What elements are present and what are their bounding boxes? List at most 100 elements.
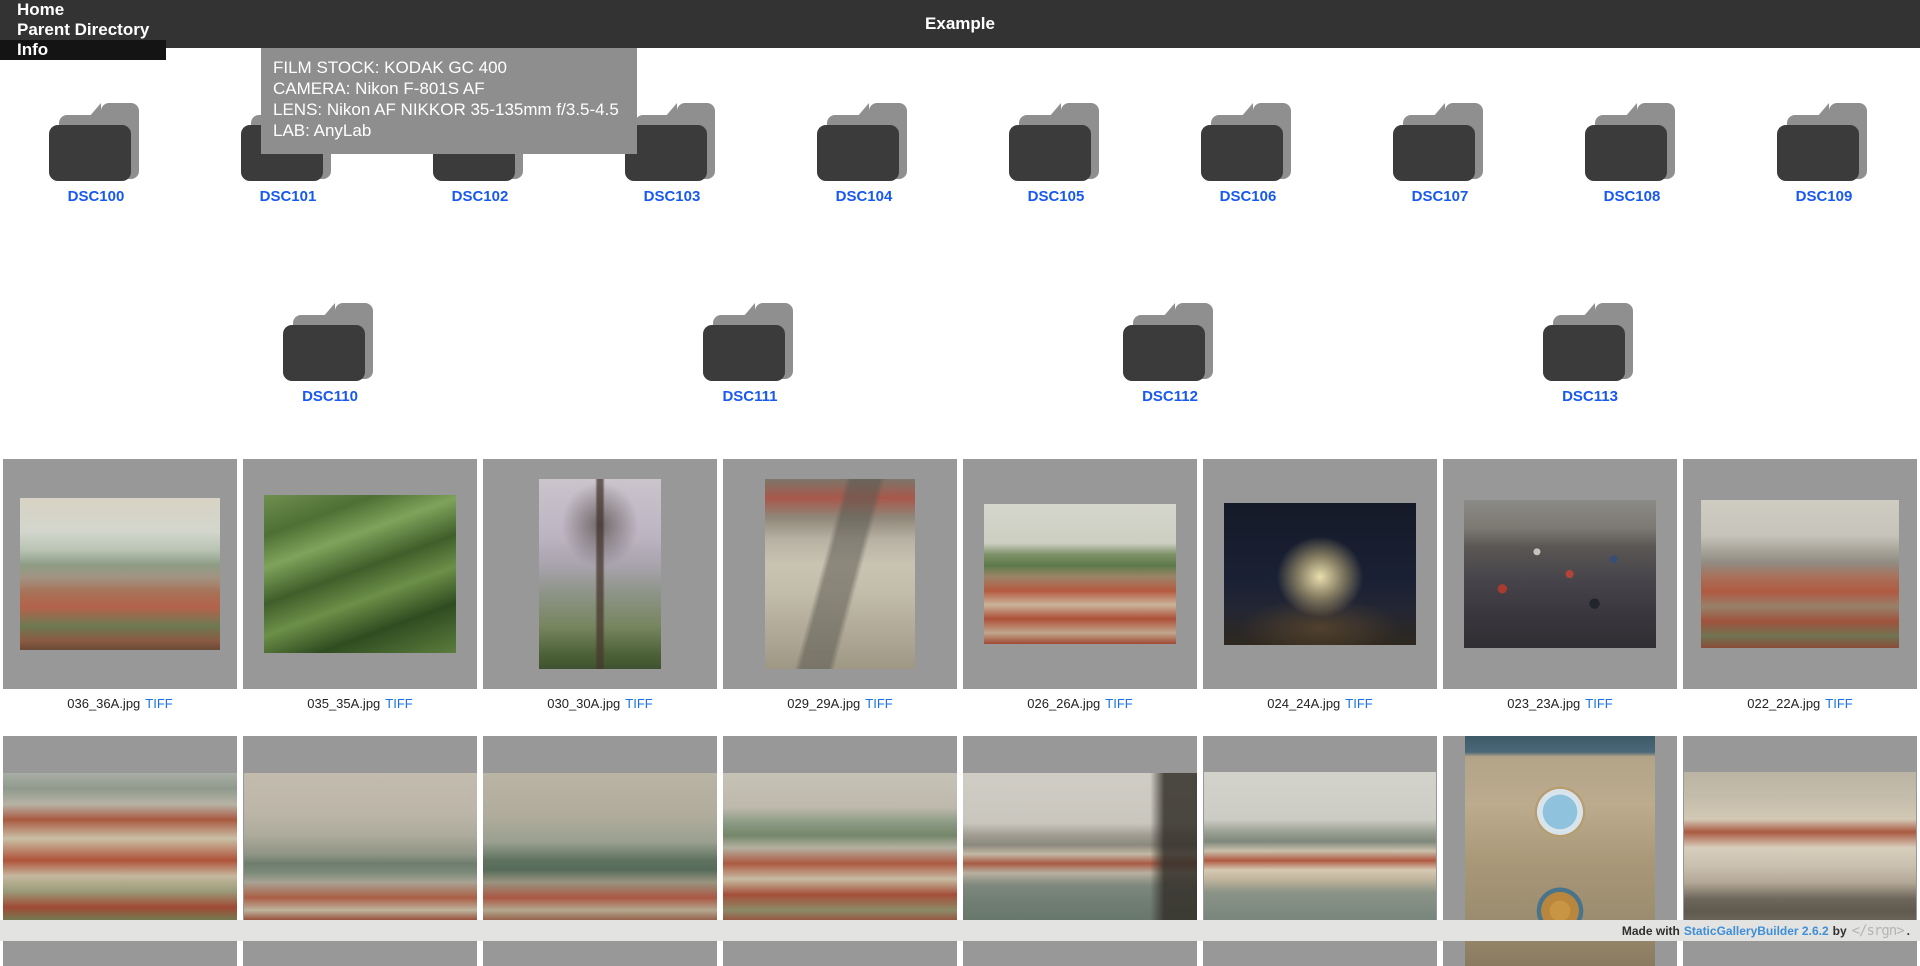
folder-label[interactable]: DSC112	[1142, 388, 1198, 405]
folder-icon	[283, 303, 377, 381]
folder-item-dsc112[interactable]: DSC112	[960, 303, 1380, 405]
footer-made-with-text: Made with	[1622, 924, 1680, 938]
folder-item-dsc111[interactable]: DSC111	[540, 303, 960, 405]
page-title: Example	[0, 0, 1920, 48]
thumbnail-image[interactable]	[1701, 500, 1899, 648]
thumbnail-caption: 023_23A.jpg TIFF	[1443, 696, 1677, 711]
folder-item-dsc104[interactable]: DSC104	[768, 103, 960, 205]
folder-icon-front	[1777, 125, 1859, 181]
folder-item-dsc113[interactable]: DSC113	[1380, 303, 1800, 405]
info-tooltip-line: LENS: Nikon AF NIKKOR 35-135mm f/3.5-4.5	[273, 99, 625, 120]
thumbnail-image[interactable]	[264, 495, 456, 653]
footer-builder-link[interactable]: StaticGalleryBuilder 2.6.2	[1684, 924, 1829, 938]
folder-label[interactable]: DSC102	[452, 188, 509, 205]
folder-item-dsc107[interactable]: DSC107	[1344, 103, 1536, 205]
folder-label[interactable]: DSC101	[260, 188, 317, 205]
thumbnail-image[interactable]	[1684, 772, 1916, 930]
folder-item-dsc100[interactable]: DSC100	[0, 103, 192, 205]
thumbnail-filename: 023_23A.jpg	[1507, 696, 1580, 711]
folder-icon	[1201, 103, 1295, 181]
thumbnail-image[interactable]	[20, 498, 220, 650]
folder-icon-front	[283, 325, 365, 381]
thumbnail-row-1: 036_36A.jpgTIFF035_35A.jpgTIFF030_30A.jp…	[0, 459, 1920, 736]
thumbnail-image[interactable]	[483, 773, 717, 929]
tiff-link[interactable]: TIFF	[1105, 696, 1132, 711]
thumbnail-image[interactable]	[539, 479, 661, 669]
folder-label[interactable]: DSC109	[1796, 188, 1853, 205]
folder-label[interactable]: DSC107	[1412, 188, 1469, 205]
tiff-link[interactable]: TIFF	[385, 696, 412, 711]
thumbnail-caption: 029_29A.jpgTIFF	[723, 696, 957, 711]
folder-icon	[817, 103, 911, 181]
thumbnail-cell: 029_29A.jpgTIFF	[720, 459, 960, 736]
thumbnail-box[interactable]	[243, 459, 477, 689]
thumbnail-box[interactable]	[1683, 459, 1917, 689]
folder-label[interactable]: DSC108	[1604, 188, 1661, 205]
thumbnail-cell: 022_22A.jpg TIFF	[1680, 459, 1920, 736]
folder-icon	[49, 103, 143, 181]
thumbnail-image[interactable]	[3, 773, 237, 929]
nav-item-home[interactable]: Home	[0, 0, 166, 20]
footer-by-text: by	[1833, 924, 1847, 938]
tiff-link[interactable]: TIFF	[865, 696, 892, 711]
folder-label[interactable]: DSC105	[1028, 188, 1085, 205]
thumbnail-box[interactable]	[963, 459, 1197, 689]
thumbnail-filename: 022_22A.jpg	[1747, 696, 1820, 711]
thumbnail-filename: 030_30A.jpg	[547, 696, 620, 711]
thumbnail-image[interactable]	[1224, 503, 1416, 645]
nav-item-info[interactable]: Info	[0, 40, 166, 60]
thumbnail-filename: 026_26A.jpg	[1027, 696, 1100, 711]
folder-icon	[1543, 303, 1637, 381]
info-tooltip-line: CAMERA: Nikon F-801S AF	[273, 78, 625, 99]
folder-item-dsc109[interactable]: DSC109	[1728, 103, 1920, 205]
tiff-link[interactable]: TIFF	[1585, 696, 1612, 711]
thumbnail-box[interactable]	[1443, 459, 1677, 689]
thumbnail-box[interactable]	[483, 459, 717, 689]
thumbnail-image[interactable]	[984, 504, 1176, 644]
thumbnail-caption: 022_22A.jpg TIFF	[1683, 696, 1917, 711]
thumbnail-box[interactable]	[1203, 459, 1437, 689]
thumbnail-cell: 024_24A.jpgTIFF	[1200, 459, 1440, 736]
thumbnail-image[interactable]	[963, 773, 1197, 929]
tiff-link[interactable]: TIFF	[145, 696, 172, 711]
thumbnail-image[interactable]	[723, 773, 957, 929]
footer-bar: Made with StaticGalleryBuilder 2.6.2 by …	[0, 920, 1920, 941]
folder-label[interactable]: DSC111	[722, 388, 777, 405]
thumbnails-section: 036_36A.jpgTIFF035_35A.jpgTIFF030_30A.jp…	[0, 459, 1920, 966]
folder-item-dsc106[interactable]: DSC106	[1152, 103, 1344, 205]
folder-icon-front	[49, 125, 131, 181]
folder-label[interactable]: DSC110	[302, 388, 358, 405]
navbar-items: HomeParent DirectoryInfo	[0, 0, 166, 48]
footer-brand-logo[interactable]: </srgn>	[1852, 923, 1904, 939]
folder-label[interactable]: DSC106	[1220, 188, 1277, 205]
info-tooltip-line: LAB: AnyLab	[273, 120, 625, 141]
folder-label[interactable]: DSC113	[1562, 388, 1618, 405]
thumbnail-image[interactable]	[244, 773, 477, 929]
folder-icon-front	[1123, 325, 1205, 381]
nav-item-parent-directory[interactable]: Parent Directory	[0, 20, 166, 40]
tiff-link[interactable]: TIFF	[1345, 696, 1372, 711]
navbar: HomeParent DirectoryInfo Example	[0, 0, 1920, 48]
thumbnail-image[interactable]	[1464, 500, 1656, 648]
thumbnail-filename: 035_35A.jpg	[307, 696, 380, 711]
folder-icon	[1585, 103, 1679, 181]
thumbnail-box[interactable]	[3, 459, 237, 689]
folder-item-dsc108[interactable]: DSC108	[1536, 103, 1728, 205]
info-tooltip-line: FILM STOCK: KODAK GC 400	[273, 57, 625, 78]
thumbnail-caption: 035_35A.jpg TIFF	[243, 696, 477, 711]
folder-item-dsc105[interactable]: DSC105	[960, 103, 1152, 205]
thumbnail-caption: 024_24A.jpgTIFF	[1203, 696, 1437, 711]
thumbnail-image[interactable]	[1204, 772, 1436, 930]
folder-icon-front	[817, 125, 899, 181]
tiff-link[interactable]: TIFF	[625, 696, 652, 711]
folder-item-dsc110[interactable]: DSC110	[120, 303, 540, 405]
folder-icon	[1123, 303, 1217, 381]
folder-icon	[703, 303, 797, 381]
folder-label[interactable]: DSC104	[836, 188, 893, 205]
tiff-link[interactable]: TIFF	[1825, 696, 1852, 711]
thumbnail-box[interactable]	[723, 459, 957, 689]
thumbnail-image[interactable]	[765, 479, 915, 669]
folder-label[interactable]: DSC103	[644, 188, 701, 205]
thumbnail-caption: 026_26A.jpg TIFF	[963, 696, 1197, 711]
folder-label[interactable]: DSC100	[68, 188, 125, 205]
